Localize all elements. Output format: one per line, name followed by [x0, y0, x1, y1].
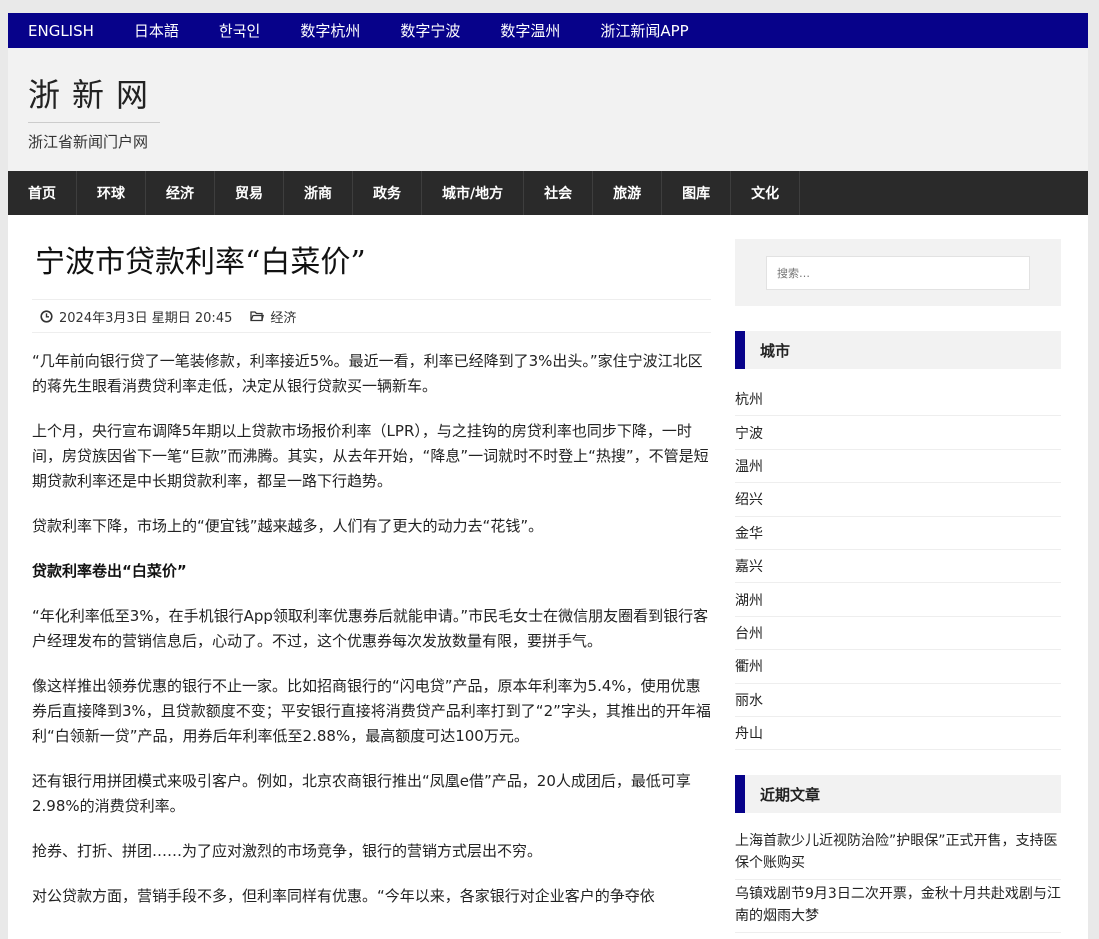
nav-item-city-local[interactable]: 城市/地方 — [422, 171, 525, 215]
city-link-ningbo[interactable]: 宁波 — [735, 416, 1061, 450]
sidebar: 城市 杭州 宁波 温州 绍兴 金华 嘉兴 湖州 台州 衢州 丽水 舟山 近期文章… — [735, 239, 1061, 934]
nav-item-gallery[interactable]: 图库 — [662, 171, 732, 215]
nav-item-zhejiang-business[interactable]: 浙商 — [284, 171, 353, 215]
folder-icon — [250, 310, 265, 322]
article: 宁波市贷款利率“白菜价” 2024年3月3日 星期日 20:45 经济 “几年前… — [32, 239, 711, 933]
topbar-link-digital-hangzhou[interactable]: 数字杭州 — [300, 20, 360, 41]
article-paragraph: “几年前向银行贷了一笔装修款，利率接近5%。最近一看，利率已经降到了3%出头。”… — [32, 352, 703, 395]
article-title: 宁波市贷款利率“白菜价” — [35, 245, 366, 280]
article-paragraph: 对公贷款方面，营销手段不多，但利率同样有优惠。“今年以来，各家银行对企业客户的争… — [32, 887, 655, 905]
recent-posts-widget-title: 近期文章 — [735, 775, 1061, 814]
city-link-wenzhou[interactable]: 温州 — [735, 450, 1061, 484]
recent-post-link[interactable]: 乌镇戏剧节9月3日二次开票，金秋十月共赴戏剧与江南的烟雨大梦 — [735, 880, 1061, 934]
clock-icon — [40, 309, 53, 323]
city-link-hangzhou[interactable]: 杭州 — [735, 383, 1061, 417]
city-link-shaoxing[interactable]: 绍兴 — [735, 483, 1061, 517]
article-paragraph: 抢券、打折、拼团……为了应对激烈的市场竞争，银行的营销方式层出不穷。 — [32, 842, 543, 860]
nav-item-home[interactable]: 首页 — [8, 171, 77, 215]
nav-item-society[interactable]: 社会 — [524, 171, 594, 215]
article-paragraph: “年化利率低至3%，在手机银行App领取利率优惠券后就能申请。”市民毛女士在微信… — [32, 607, 709, 650]
search-widget — [735, 239, 1061, 306]
search-input[interactable] — [766, 256, 1030, 290]
topbar-link-english[interactable]: ENGLISH — [28, 22, 94, 40]
nav-item-economy[interactable]: 经济 — [146, 171, 215, 215]
top-language-bar: ENGLISH 日本語 한국인 数字杭州 数字宁波 数字温州 浙江新闻APP — [8, 13, 1088, 48]
nav-item-trade[interactable]: 贸易 — [215, 171, 284, 215]
city-link-huzhou[interactable]: 湖州 — [735, 583, 1061, 617]
city-link-taizhou[interactable]: 台州 — [735, 617, 1061, 651]
topbar-link-korean[interactable]: 한국인 — [219, 20, 260, 41]
nav-item-government[interactable]: 政务 — [353, 171, 422, 215]
cities-list: 杭州 宁波 温州 绍兴 金华 嘉兴 湖州 台州 衢州 丽水 舟山 — [735, 383, 1061, 751]
city-link-lishui[interactable]: 丽水 — [735, 684, 1061, 717]
article-paragraph: 贷款利率下降，市场上的“便宜钱”越来越多，人们有了更大的动力去“花钱”。 — [32, 517, 544, 535]
article-body: “几年前向银行贷了一笔装修款，利率接近5%。最近一看，利率已经降到了3%出头。”… — [32, 349, 711, 909]
article-paragraph: 上个月，央行宣布调降5年期以上贷款市场报价利率（LPR），与之挂钩的房贷利率也同… — [32, 422, 709, 490]
city-link-jinhua[interactable]: 金华 — [735, 517, 1061, 550]
nav-item-culture[interactable]: 文化 — [731, 171, 801, 215]
city-link-zhoushan[interactable]: 舟山 — [735, 717, 1061, 751]
page: ENGLISH 日本語 한국인 数字杭州 数字宁波 数字温州 浙江新闻APP 浙… — [8, 13, 1088, 939]
city-link-quzhou[interactable]: 衢州 — [735, 650, 1061, 684]
article-meta: 2024年3月3日 星期日 20:45 经济 — [32, 299, 711, 333]
topbar-link-digital-wenzhou[interactable]: 数字温州 — [500, 20, 560, 41]
topbar-link-digital-ningbo[interactable]: 数字宁波 — [400, 20, 460, 41]
article-paragraph: 像这样推出领券优惠的银行不止一家。比如招商银行的“闪电贷”产品，原本年利率为5.… — [32, 677, 711, 745]
cities-widget-title: 城市 — [735, 331, 1061, 369]
recent-posts-list: 上海首款少儿近视防治险”护眼保”正式开售，支持医保个账购买 乌镇戏剧节9月3日二… — [735, 827, 1061, 934]
content-area: 宁波市贷款利率“白菜价” 2024年3月3日 星期日 20:45 经济 “几年前… — [8, 215, 1088, 934]
article-subheading: 贷款利率卷出“白菜价” — [32, 562, 187, 580]
site-title[interactable]: 浙新网 — [28, 70, 161, 123]
city-link-jiaxing[interactable]: 嘉兴 — [735, 550, 1061, 584]
nav-item-travel[interactable]: 旅游 — [593, 171, 663, 215]
article-category-link[interactable]: 经济 — [270, 307, 296, 326]
article-date[interactable]: 2024年3月3日 星期日 20:45 — [59, 307, 232, 326]
recent-post-link[interactable]: 上海首款少儿近视防治险”护眼保”正式开售，支持医保个账购买 — [735, 827, 1061, 881]
article-paragraph: 还有银行用拼团模式来吸引客户。例如，北京农商银行推出“凤凰e借”产品，20人成团… — [32, 772, 691, 815]
topbar-link-japanese[interactable]: 日本語 — [134, 20, 179, 41]
topbar-link-zhejiang-news-app[interactable]: 浙江新闻APP — [600, 20, 688, 41]
site-header: 浙新网 浙江省新闻门户网 — [8, 48, 1088, 171]
main-nav: 首页 环球 经济 贸易 浙商 政务 城市/地方 社会 旅游 图库 文化 — [8, 171, 1088, 215]
site-description: 浙江省新闻门户网 — [28, 133, 149, 151]
nav-item-world[interactable]: 环球 — [77, 171, 146, 215]
